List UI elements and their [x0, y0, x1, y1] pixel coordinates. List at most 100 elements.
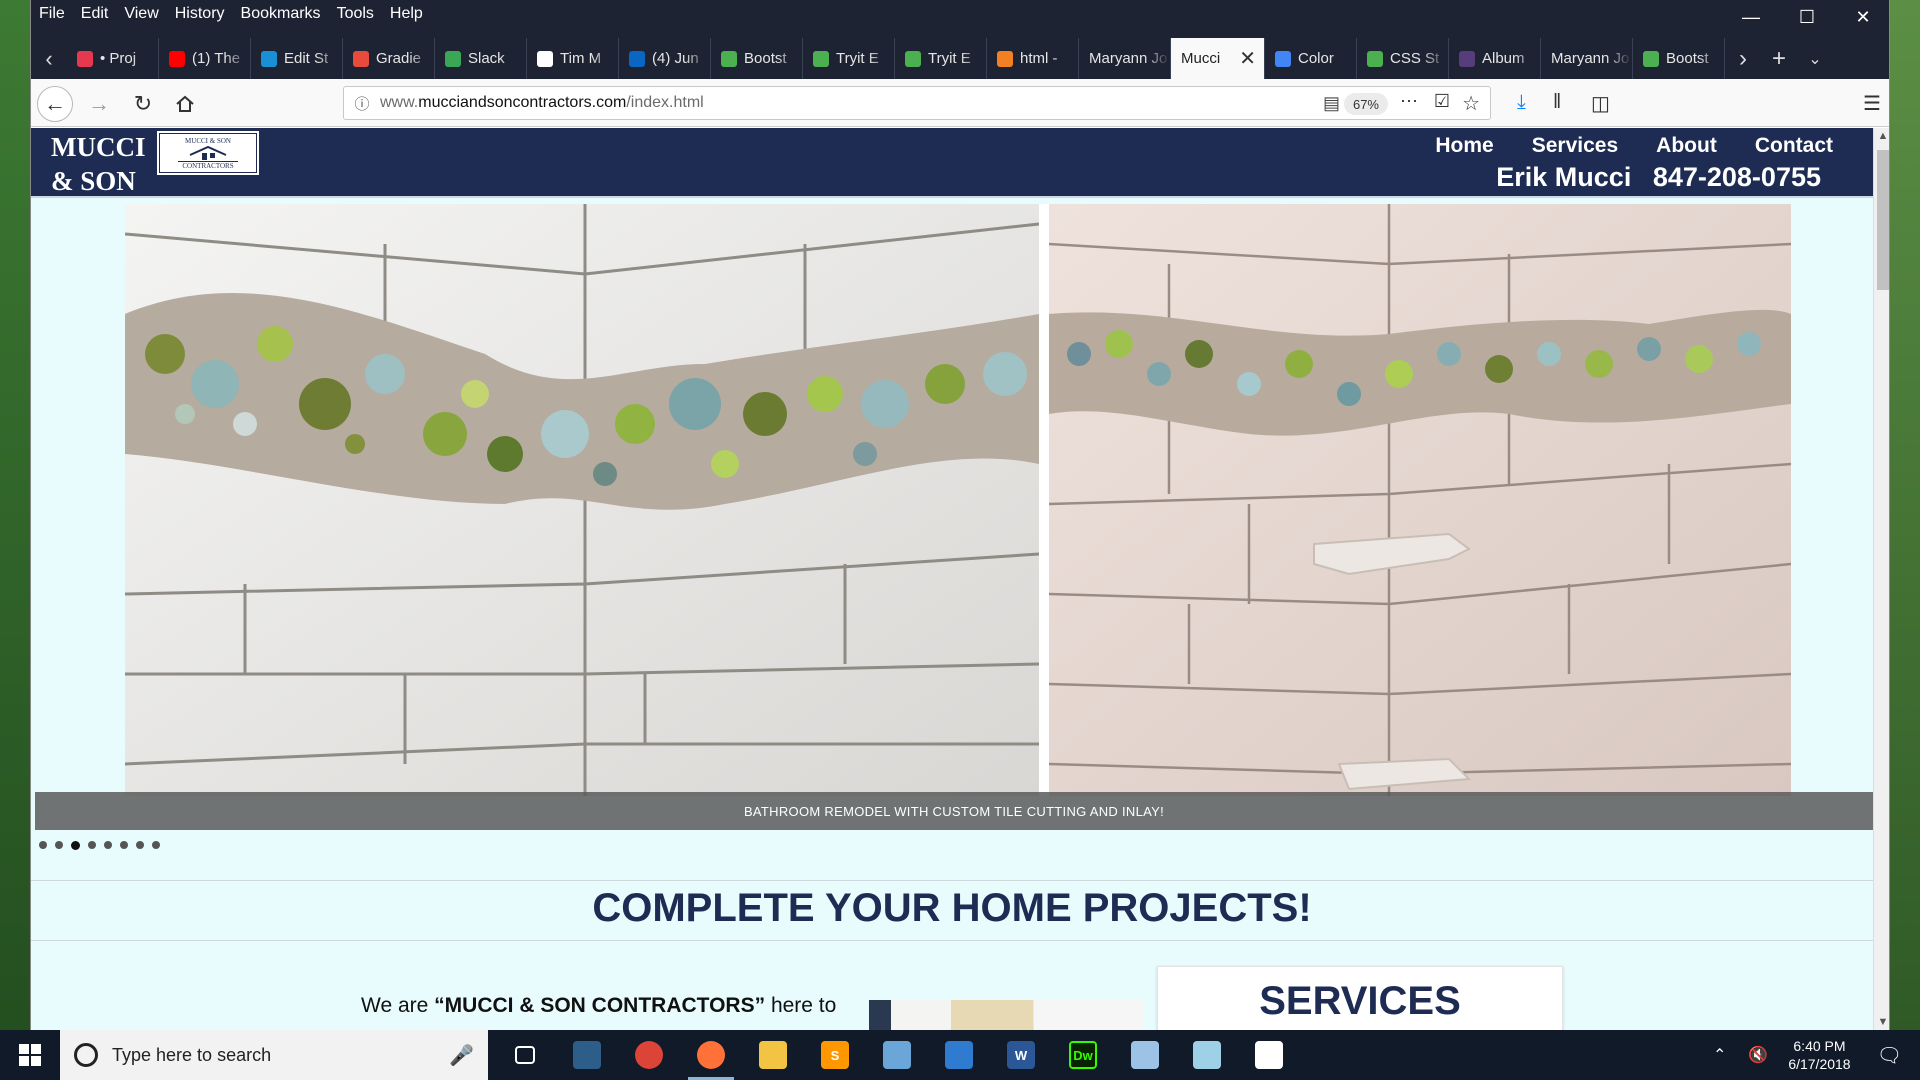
- tab-4[interactable]: Slack: [435, 38, 527, 79]
- tab-14[interactable]: CSS St: [1357, 38, 1449, 79]
- image-slider[interactable]: BATHROOM REMODEL WITH CUSTOM TILE CUTTIN…: [35, 204, 1873, 830]
- tab-5[interactable]: Tim M: [527, 38, 619, 79]
- contact-name: Erik Mucci: [1496, 162, 1632, 192]
- scroll-thumb[interactable]: [1877, 150, 1889, 290]
- contact-line: Erik Mucci 847-208-0755: [1496, 162, 1821, 193]
- action-center-icon[interactable]: 🗨: [1877, 1043, 1902, 1068]
- tab-10[interactable]: html -: [987, 38, 1079, 79]
- tab-scroll-left-icon[interactable]: ‹: [31, 38, 67, 79]
- nav-home[interactable]: Home: [1435, 134, 1493, 158]
- list-all-tabs-icon[interactable]: ⌄: [1797, 38, 1833, 79]
- page-actions-icon[interactable]: ⋯: [1400, 91, 1418, 112]
- maximize-button[interactable]: ☐: [1779, 0, 1835, 34]
- sidebar-icon[interactable]: ◫: [1591, 91, 1610, 116]
- url-text[interactable]: www.mucciandsoncontractors.com/index.htm…: [380, 94, 704, 112]
- menu-bookmarks[interactable]: Bookmarks: [241, 5, 321, 23]
- forward-button[interactable]: →: [81, 86, 117, 122]
- nav-services[interactable]: Services: [1532, 134, 1618, 158]
- tab-13[interactable]: Color: [1265, 38, 1357, 79]
- paint-palette-icon[interactable]: [1114, 1030, 1176, 1080]
- minimize-button[interactable]: —: [1723, 0, 1779, 34]
- logo-bottom-text: CONTRACTORS: [178, 160, 238, 170]
- slider-dot-1[interactable]: [39, 841, 47, 849]
- mysql-workbench-icon[interactable]: [556, 1030, 618, 1080]
- clock-time: 6:40 PM: [1793, 1038, 1846, 1054]
- scroll-down-icon[interactable]: ▼: [1874, 1016, 1889, 1028]
- site-brand[interactable]: MUCCI & SON: [51, 130, 146, 198]
- task-view-icon[interactable]: [494, 1030, 556, 1080]
- menu-view[interactable]: View: [124, 5, 158, 23]
- tab-active[interactable]: Mucci ✕: [1171, 38, 1265, 79]
- library-icon[interactable]: ‖: [1553, 91, 1561, 114]
- tab-9[interactable]: Tryit E: [895, 38, 987, 79]
- page-scrollbar[interactable]: ▲ ▼: [1873, 128, 1889, 1030]
- photos-icon-glyph: [1255, 1041, 1283, 1069]
- tab-7[interactable]: Bootst: [711, 38, 803, 79]
- volume-muted-icon[interactable]: 🔇: [1748, 1045, 1768, 1065]
- file-explorer-icon[interactable]: [742, 1030, 804, 1080]
- tab-0[interactable]: • Proj: [67, 38, 159, 79]
- tile-photo-left: [125, 204, 1039, 796]
- slider-dot-7[interactable]: [136, 841, 144, 849]
- menu-edit[interactable]: Edit: [81, 5, 109, 23]
- intro-text: We are “MUCCI & SON CONTRACTORS” here to: [361, 994, 837, 1017]
- photos-icon[interactable]: [1238, 1030, 1300, 1080]
- reader-view-icon[interactable]: ▤: [1323, 93, 1340, 114]
- slider-dot-8[interactable]: [152, 841, 160, 849]
- slider-dot-4[interactable]: [88, 841, 96, 849]
- slider-dot-3[interactable]: [71, 841, 80, 850]
- start-button[interactable]: [0, 1030, 60, 1080]
- git-icon[interactable]: [928, 1030, 990, 1080]
- menu-help[interactable]: Help: [390, 5, 423, 23]
- page-viewport[interactable]: MUCCI & SON MUCCI & SON CONTRACTORS Home…: [31, 128, 1889, 1030]
- tab-17[interactable]: Bootst: [1633, 38, 1725, 79]
- home-icon[interactable]: [167, 86, 203, 122]
- tab-15[interactable]: Album: [1449, 38, 1541, 79]
- scroll-up-icon[interactable]: ▲: [1874, 130, 1889, 142]
- close-window-button[interactable]: ✕: [1835, 0, 1889, 34]
- tab-2[interactable]: Edit St: [251, 38, 343, 79]
- tab-16[interactable]: Maryann Jo: [1541, 38, 1633, 79]
- tab-3[interactable]: Gradie: [343, 38, 435, 79]
- reload-button[interactable]: ↻: [125, 86, 161, 122]
- new-tab-icon[interactable]: +: [1761, 38, 1797, 79]
- downloads-icon[interactable]: ⤓: [1517, 91, 1526, 114]
- site-info-icon[interactable]: ⓘ: [344, 93, 380, 114]
- taskbar-search[interactable]: Type here to search 🎤: [60, 1030, 488, 1080]
- slider-dot-2[interactable]: [55, 841, 63, 849]
- taskbar-clock[interactable]: 6:40 PM 6/17/2018: [1788, 1037, 1850, 1073]
- notepad-icon[interactable]: [1176, 1030, 1238, 1080]
- firefox-icon[interactable]: [680, 1030, 742, 1080]
- tab-6[interactable]: (4) Jun: [619, 38, 711, 79]
- paint-icon[interactable]: [866, 1030, 928, 1080]
- desktop-background-left: [0, 0, 30, 1030]
- zoom-level-badge[interactable]: 67%: [1343, 93, 1388, 115]
- sublime-text-icon[interactable]: S: [804, 1030, 866, 1080]
- menu-tools[interactable]: Tools: [337, 5, 374, 23]
- tab-1[interactable]: (1) The: [159, 38, 251, 79]
- bookmark-star-icon[interactable]: ☆: [1462, 91, 1480, 116]
- word-icon[interactable]: W: [990, 1030, 1052, 1080]
- hamburger-menu-icon[interactable]: ☰: [1863, 91, 1881, 116]
- tab-fade: [1698, 38, 1724, 79]
- back-button[interactable]: ←: [37, 86, 73, 122]
- menu-history[interactable]: History: [175, 5, 225, 23]
- site-logo[interactable]: MUCCI & SON CONTRACTORS: [156, 130, 260, 176]
- close-tab-icon[interactable]: ✕: [1239, 46, 1256, 71]
- pocket-icon[interactable]: ☑: [1434, 91, 1450, 112]
- nav-contact[interactable]: Contact: [1755, 134, 1833, 158]
- tab-scroll-right-icon[interactable]: ›: [1725, 38, 1761, 79]
- bootstrap-icon: [1459, 50, 1475, 67]
- tab-11[interactable]: Maryann Jo: [1079, 38, 1171, 79]
- microphone-icon[interactable]: 🎤: [449, 1043, 474, 1068]
- slider-dot-6[interactable]: [120, 841, 128, 849]
- chrome-icon[interactable]: [618, 1030, 680, 1080]
- slider-dot-5[interactable]: [104, 841, 112, 849]
- nav-about[interactable]: About: [1656, 134, 1717, 158]
- show-hidden-icons-icon[interactable]: ⌃: [1713, 1045, 1726, 1065]
- url-bar[interactable]: ⓘ www.mucciandsoncontractors.com/index.h…: [343, 86, 1491, 120]
- menu-file[interactable]: File: [39, 5, 65, 23]
- dreamweaver-icon[interactable]: Dw: [1052, 1030, 1114, 1080]
- contact-phone[interactable]: 847-208-0755: [1653, 162, 1821, 192]
- tab-8[interactable]: Tryit E: [803, 38, 895, 79]
